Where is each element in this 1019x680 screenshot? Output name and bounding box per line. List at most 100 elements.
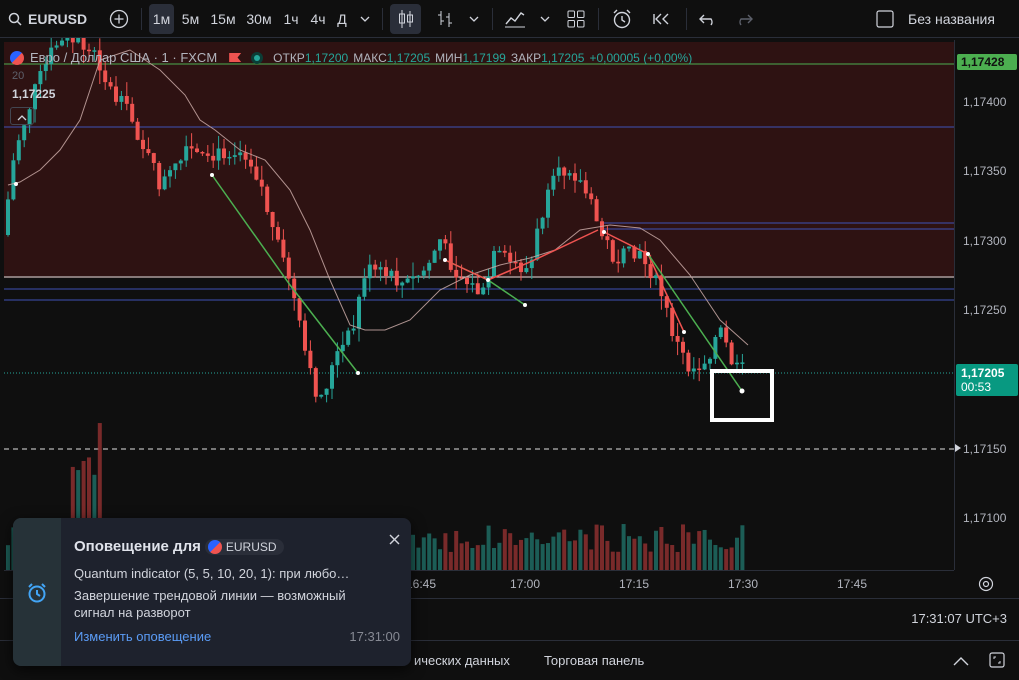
interval-1m[interactable]: 1м xyxy=(149,4,174,34)
indicators-button[interactable] xyxy=(500,4,530,34)
alert-message-line1: Quantum indicator (5, 5, 10, 20, 1): при… xyxy=(74,566,350,581)
interval-1d[interactable]: Д xyxy=(333,4,351,34)
price-axis[interactable]: 1,17428 1,17400 1,17350 1,17300 1,17250 … xyxy=(954,40,1019,570)
candle-body xyxy=(519,262,523,273)
candle-body xyxy=(367,264,372,279)
candle-body xyxy=(492,250,496,277)
volume-bar xyxy=(562,529,567,570)
candle-body xyxy=(211,155,216,161)
volume-bar xyxy=(589,549,594,570)
candle-body xyxy=(81,38,86,50)
candle-body xyxy=(259,179,264,187)
candle-body xyxy=(60,40,64,46)
interval-5m[interactable]: 5м xyxy=(178,4,203,34)
candle-body xyxy=(594,199,599,222)
candle-body xyxy=(141,139,145,150)
undo-button[interactable] xyxy=(694,4,722,34)
interval-15m[interactable]: 15м xyxy=(208,4,238,34)
candle-body xyxy=(454,269,459,278)
redo-button[interactable] xyxy=(730,4,758,34)
chart-settings-button[interactable] xyxy=(975,575,997,597)
candles-icon xyxy=(397,9,415,29)
chart-type-button[interactable] xyxy=(390,4,421,34)
price-label: 1,17250 xyxy=(963,303,1007,317)
legend-collapse-button[interactable] xyxy=(10,107,34,125)
candle-body xyxy=(265,186,270,212)
eu-us-flag-icon xyxy=(207,539,222,554)
candle-body xyxy=(238,152,243,156)
candle-body xyxy=(616,261,621,264)
bars-style-button[interactable] xyxy=(432,4,458,34)
volume-bar xyxy=(713,544,718,570)
candle-body xyxy=(178,160,183,164)
candle-body xyxy=(76,38,81,43)
volume-bar xyxy=(740,525,745,570)
candle-body xyxy=(589,193,594,200)
interval-30m[interactable]: 30м xyxy=(243,4,275,34)
candle-body xyxy=(189,146,194,149)
layout-save-button[interactable]: Без названия xyxy=(876,4,1014,34)
candle-body xyxy=(718,327,723,338)
time-label: 17:30 xyxy=(727,577,759,591)
low-value: 1,17199 xyxy=(462,50,506,65)
candle-body xyxy=(438,239,442,251)
candle-body xyxy=(70,38,75,43)
symbol-search-button[interactable]: EURUSD xyxy=(8,4,87,34)
compare-add-button[interactable] xyxy=(105,4,133,34)
edit-alert-link[interactable]: Изменить оповещение xyxy=(74,629,211,644)
volume-bar xyxy=(708,539,712,570)
redo-icon xyxy=(735,12,753,26)
candle-body xyxy=(227,156,232,159)
alert-header: Оповещение для EURUSD xyxy=(74,538,404,555)
legend-title[interactable]: Евро / Доллар США · 1 · FXCM xyxy=(30,50,217,65)
interval-label: 5м xyxy=(181,11,200,27)
candle-body xyxy=(610,240,615,262)
chart-type-dropdown[interactable] xyxy=(465,4,483,34)
replay-button[interactable] xyxy=(648,4,676,34)
candle-body xyxy=(502,250,507,253)
close-alert-button[interactable] xyxy=(385,532,403,550)
toolbar-divider xyxy=(141,8,142,30)
candle-body xyxy=(675,336,680,342)
candle-body xyxy=(22,125,27,141)
candle-body xyxy=(281,239,286,258)
volume-bar xyxy=(519,539,523,570)
interval-4h[interactable]: 4ч xyxy=(306,4,330,34)
price-label: 1,17100 xyxy=(963,511,1007,525)
candle-body xyxy=(573,173,577,181)
interval-label: 15м xyxy=(210,11,236,27)
clock-label[interactable]: 17:31:07 UTC+3 xyxy=(911,611,1007,626)
volume-bar xyxy=(616,551,621,570)
indicators-dropdown[interactable] xyxy=(536,4,554,34)
candle-body xyxy=(691,368,696,372)
tab-trading-panel[interactable]: Торговая панель xyxy=(544,653,644,668)
interval-1h[interactable]: 1ч xyxy=(279,4,303,34)
alert-symbol-pill[interactable]: EURUSD xyxy=(204,538,284,555)
tab-data-window[interactable]: ических данных xyxy=(414,653,510,668)
alert-button[interactable] xyxy=(607,4,637,34)
volume-bar xyxy=(535,539,540,570)
alert-notification[interactable]: Оповещение для EURUSD Quantum indicator … xyxy=(13,518,411,666)
layout-grid-button[interactable] xyxy=(562,4,590,34)
toolbar-divider xyxy=(492,8,493,30)
candle-body xyxy=(567,173,572,176)
alert-footer: Изменить оповещение 17:31:00 xyxy=(74,629,404,647)
undo-icon xyxy=(699,12,717,26)
volume-bar xyxy=(691,543,696,570)
alert-time: 17:31:00 xyxy=(349,629,400,644)
current-price-tag: 1,17205 00:53 xyxy=(956,364,1018,396)
volume-bar xyxy=(643,543,648,570)
candle-body xyxy=(389,270,394,276)
candle-body xyxy=(65,38,70,41)
candle-body xyxy=(621,248,626,264)
collapse-panel-button[interactable] xyxy=(950,651,972,671)
volume-bar xyxy=(513,544,518,570)
candle-body xyxy=(421,270,426,276)
indicators-icon xyxy=(504,9,526,29)
interval-dropdown[interactable] xyxy=(356,4,374,34)
candle-body xyxy=(346,330,351,345)
maximize-panel-button[interactable] xyxy=(986,651,1008,671)
alert-title: Оповещение для xyxy=(74,538,201,555)
candle-body xyxy=(562,167,567,176)
candle-body xyxy=(286,257,291,279)
